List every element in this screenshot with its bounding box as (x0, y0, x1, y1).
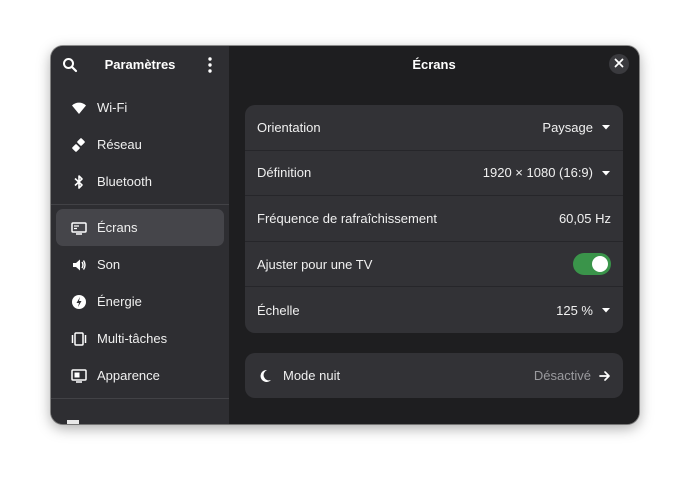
multitasking-icon (71, 331, 87, 347)
orientation-dropdown[interactable]: Paysage (542, 120, 611, 135)
scale-label: Échelle (257, 302, 300, 318)
caret-down-icon (602, 170, 610, 176)
caret-down-icon (602, 125, 610, 130)
sidebar-item-label: Apparence (97, 368, 160, 383)
night-mode-card[interactable]: Mode nuit Désactivé (245, 353, 623, 398)
orientation-value: Paysage (542, 119, 593, 135)
partial-sidebar-icon (67, 420, 79, 424)
sidebar-item-label: Écrans (97, 220, 138, 235)
sidebar-separator (51, 204, 229, 205)
sidebar-item-sound[interactable]: Son (56, 246, 224, 283)
sidebar-item-network[interactable]: Réseau (56, 126, 224, 163)
resolution-row[interactable]: Définition 1920 × 1080 (16:9) (245, 151, 623, 197)
sidebar-item-multitasking[interactable]: Multi-tâches (56, 320, 224, 357)
toggle-knob (592, 256, 608, 273)
night-mode-label: Mode nuit (283, 368, 341, 383)
wifi-icon (71, 100, 87, 116)
page-title: Écrans (412, 57, 456, 72)
sidebar-item-label: Son (97, 257, 121, 272)
sidebar-item-label: Wi-Fi (97, 100, 128, 115)
sidebar-item-displays[interactable]: Écrans (56, 209, 224, 246)
speaker-icon (71, 257, 87, 273)
bluetooth-icon (71, 174, 87, 190)
settings-window: Paramètres Wi-Fi Réseau Bluetooth Écrans… (51, 46, 639, 424)
orientation-label: Orientation (257, 119, 321, 135)
sidebar-item-label: Multi-tâches (97, 331, 168, 346)
resolution-label: Définition (257, 165, 312, 181)
resolution-dropdown[interactable]: 1920 × 1080 (16:9) (483, 165, 611, 180)
night-mode-value: Désactivé (533, 368, 591, 383)
arrow-right-icon (599, 370, 610, 381)
refresh-rate-value: 60,05 Hz (558, 210, 611, 226)
sidebar-item-label: Énergie (97, 294, 142, 309)
sidebar-header: Paramètres (51, 46, 229, 84)
sidebar-item-power[interactable]: Énergie (56, 283, 224, 320)
appearance-icon (71, 368, 87, 384)
refresh-rate-label: Fréquence de rafraîchissement (257, 210, 437, 226)
sidebar: Paramètres Wi-Fi Réseau Bluetooth Écrans… (51, 46, 229, 424)
scale-row[interactable]: Échelle 125 % (245, 287, 623, 333)
scale-dropdown[interactable]: 125 % (556, 303, 611, 318)
tv-adjust-toggle[interactable] (573, 253, 611, 276)
tv-adjust-label: Ajuster pour une TV (257, 256, 373, 272)
display-icon (71, 220, 87, 236)
close-icon (614, 55, 624, 73)
orientation-row[interactable]: Orientation Paysage (245, 105, 623, 151)
night-mode-row[interactable]: Mode nuit Désactivé (245, 353, 623, 398)
close-button[interactable] (609, 54, 629, 74)
tv-adjust-row[interactable]: Ajuster pour une TV (245, 242, 623, 288)
resolution-value: 1920 × 1080 (16:9) (482, 165, 593, 181)
refresh-rate-row: Fréquence de rafraîchissement 60,05 Hz (245, 196, 623, 242)
sidebar-item-wifi[interactable]: Wi-Fi (56, 89, 224, 126)
sidebar-item-bluetooth[interactable]: Bluetooth (56, 163, 224, 200)
display-settings-card: Orientation Paysage Définition 1920 × 10… (245, 105, 623, 333)
sidebar-item-appearance[interactable]: Apparence (56, 357, 224, 394)
sidebar-list: Wi-Fi Réseau Bluetooth Écrans Son Énergi… (51, 89, 229, 403)
caret-down-icon (602, 308, 610, 313)
sidebar-item-label: Réseau (97, 137, 142, 152)
sidebar-item-label: Bluetooth (97, 174, 152, 189)
scale-value: 125 % (556, 302, 593, 318)
power-icon (71, 294, 87, 310)
kebab-menu-icon[interactable] (201, 56, 219, 74)
main-panel: Écrans Orientation Paysage Définition 19… (229, 46, 639, 424)
moon-icon (260, 369, 271, 382)
night-mode-status: Désactivé (534, 368, 611, 383)
network-icon (71, 137, 87, 153)
sidebar-separator (51, 398, 229, 399)
